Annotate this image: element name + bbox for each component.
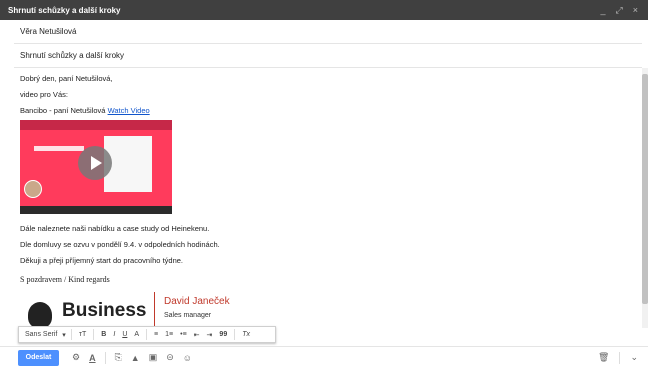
bottom-divider	[104, 351, 106, 364]
quote-button[interactable]: 99	[217, 331, 229, 338]
compose-title: Shrnutí schůzky a další kroky	[8, 5, 121, 15]
drive-icon[interactable]: ▲	[131, 353, 140, 363]
video-label: Bancibo - paní Netušilová	[20, 106, 106, 115]
signature-role: Sales manager	[164, 312, 212, 319]
greeting-text: Dobrý den, paní Netušilová,	[20, 74, 113, 83]
emoji-icon[interactable]: ☺	[183, 353, 192, 363]
schedule-icon[interactable]: ⚙	[72, 352, 80, 363]
link-icon[interactable]: ⊝	[166, 352, 174, 363]
toolbar-separator	[70, 329, 72, 340]
signature-name: David Janeček	[164, 296, 230, 307]
compose-window: Shrnutí schůzky a další kroky _ ⤢ × Věra…	[0, 0, 648, 368]
message-paragraphs: Dále naleznete naši nabídku a case study…	[20, 218, 620, 285]
text-color-button[interactable]: A	[132, 331, 141, 338]
send-button[interactable]: Odeslat	[18, 349, 59, 366]
formatting-options-icon[interactable]: A	[89, 353, 96, 363]
window-controls: _ ⤢ ×	[601, 5, 648, 16]
compose-titlebar[interactable]: Shrnutí schůzky a další kroky _ ⤢ ×	[0, 0, 648, 20]
recipient-field[interactable]: Věra Netušilová	[14, 20, 642, 44]
subject-input[interactable]: Shrnutí schůzky a další kroky	[20, 51, 124, 60]
expand-icon[interactable]: ⤢	[616, 5, 623, 16]
toolbar-separator	[234, 329, 236, 340]
watch-video-link[interactable]: Watch Video	[108, 106, 150, 115]
body-line-2: Dle domluvy se ozvu v pondělí 9.4. v odp…	[20, 240, 220, 249]
video-browser-bar	[20, 120, 172, 130]
closing-text: S pozdravem / Kind regards	[20, 275, 110, 284]
body-line-3: Děkuji a přeji příjemný start do pracovn…	[20, 256, 183, 265]
chevron-down-icon[interactable]: ▾	[62, 331, 66, 339]
recipient-chip[interactable]: Věra Netušilová	[20, 27, 76, 36]
more-options-icon[interactable]: ⌄	[630, 352, 638, 363]
bulleted-list-button[interactable]: •≡	[178, 331, 189, 338]
video-line: Bancibo - paní Netušilová Watch Video	[20, 106, 634, 116]
numbered-list-button[interactable]: 1≡	[163, 331, 175, 338]
play-icon[interactable]	[78, 146, 112, 180]
video-thumbnail[interactable]	[20, 120, 172, 214]
minimize-icon[interactable]: _	[601, 5, 606, 16]
font-size-button[interactable]: тT	[77, 331, 88, 338]
close-icon[interactable]: ×	[633, 5, 638, 16]
underline-button[interactable]: U	[120, 331, 129, 338]
presenter-avatar	[24, 180, 42, 198]
clear-formatting-button[interactable]: Tx	[240, 331, 252, 338]
trash-icon[interactable]: 🗑	[598, 352, 609, 363]
toolbar-separator	[93, 329, 95, 340]
bottom-divider	[619, 351, 621, 364]
video-hero-text	[34, 146, 84, 151]
font-select[interactable]: Sans Serif	[23, 331, 59, 338]
toolbar-separator	[146, 329, 148, 340]
italic-button[interactable]: I	[111, 331, 117, 338]
message-body[interactable]: Dobrý den, paní Netušilová, video pro Vá…	[14, 68, 634, 328]
scrollbar-thumb[interactable]	[642, 74, 648, 304]
lion-logo-icon	[28, 302, 52, 328]
photo-icon[interactable]: ▣	[149, 352, 158, 363]
indent-less-button[interactable]: ⇤	[192, 331, 202, 339]
video-dock	[20, 206, 172, 214]
subject-field[interactable]: Shrnutí schůzky a další kroky	[14, 44, 642, 68]
compose-bottom-bar: Odeslat ⚙ A ⎘ ▲ ▣ ⊝ ☺ 🗑 ⌄	[0, 346, 648, 368]
formatting-toolbar: Sans Serif ▾ тT B I U A ≡ 1≡ •≡ ⇤ ⇥ 99 T…	[18, 326, 276, 343]
body-line-1: Dále naleznete naši nabídku a case study…	[20, 224, 210, 233]
indent-more-button[interactable]: ⇥	[205, 331, 215, 339]
align-button[interactable]: ≡	[152, 331, 160, 338]
signature-divider	[154, 292, 155, 328]
attach-icon[interactable]: ⎘	[115, 352, 122, 363]
body-scrollbar[interactable]	[642, 68, 648, 328]
signature-company: Business	[62, 300, 147, 321]
bold-button[interactable]: B	[99, 331, 108, 338]
bottom-right-actions: 🗑 ⌄	[598, 351, 648, 364]
email-signature: Business David Janeček Sales manager	[20, 292, 320, 328]
intro-text: video pro Vás:	[20, 90, 68, 99]
